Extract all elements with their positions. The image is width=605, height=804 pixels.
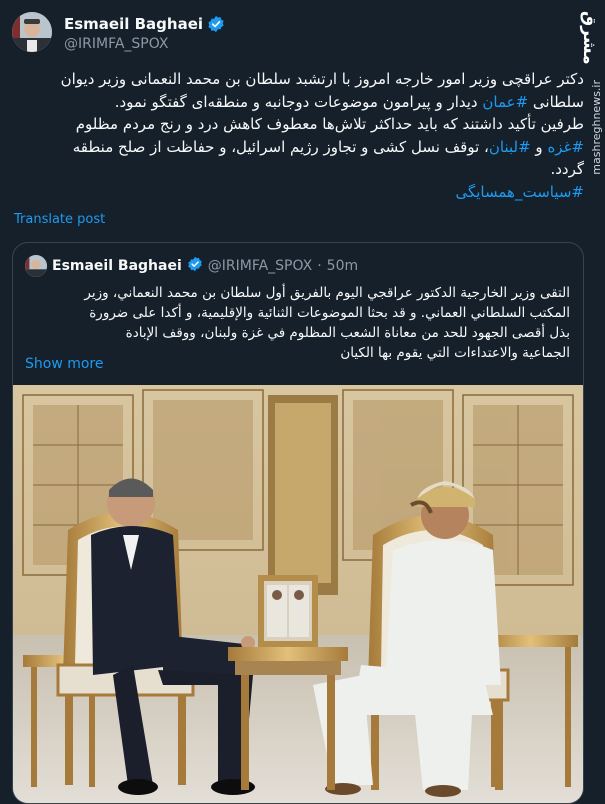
watermark-url: mashreghnews.ir xyxy=(590,80,603,175)
tweet-text: دکتر عراقچی وزیر امور خارجه امروز با ارت… xyxy=(12,68,584,203)
quoted-line: الجماعية والاعتداءات التي يقوم بها الكيا… xyxy=(340,345,570,361)
quoted-tweet-card[interactable]: Esmaeil Baghaei @IRIMFA_SPOX · 50m التقى… xyxy=(12,242,584,804)
verified-badge-icon xyxy=(187,256,203,276)
show-more-link[interactable]: Show more xyxy=(25,356,104,372)
hashtag-link[interactable]: #غزه xyxy=(547,138,584,156)
hashtag-link[interactable]: #عمان xyxy=(482,93,528,111)
tweet-text-fragment: و xyxy=(530,137,548,156)
author-avatar[interactable] xyxy=(12,12,52,52)
hashtag-link[interactable]: #لبنان xyxy=(489,138,531,156)
tweet-line: #غزه و #لبنان، توقف نسل کشی و تجاوز رژیم… xyxy=(12,136,584,159)
meeting-photo[interactable] xyxy=(13,385,583,803)
author-handle[interactable]: @IRIMFA_SPOX xyxy=(64,36,168,52)
mashregh-logo: مشرق xyxy=(579,11,599,65)
tweet-text-fragment: ، توقف نسل کشی و تجاوز رژیم اسرائیل، و ح… xyxy=(72,137,489,156)
quoted-author-handle[interactable]: @IRIMFA_SPOX xyxy=(208,258,312,274)
quoted-timestamp[interactable]: 50m xyxy=(327,258,358,274)
hashtag-link[interactable]: #سیاست_همسایگی xyxy=(455,183,584,201)
tweet-line: سلطانی #عمان دیدار و پیرامون موضوعات دوج… xyxy=(12,91,584,114)
quoted-line: المكتب السلطاني العماني. و قد بحثا الموض… xyxy=(89,305,570,321)
verified-badge-icon xyxy=(207,15,225,33)
separator-dot: · xyxy=(317,258,322,274)
tweet-line: دکتر عراقچی وزیر امور خارجه امروز با ارت… xyxy=(60,70,584,88)
tweet-line: #سیاست_همسایگی xyxy=(12,181,584,204)
author-display-name[interactable]: Esmaeil Baghaei xyxy=(64,15,203,33)
quoted-line: بذل أقصى الجهود للحد من معاناة الشعب الم… xyxy=(125,325,570,341)
tweet-line: طرفین تأکید داشتند که باید حداکثر تلاش‌ه… xyxy=(75,115,584,133)
quoted-tweet-text: التقى وزير الخارجية الدكتور عراقجي اليوم… xyxy=(25,283,570,363)
tweet-text-fragment: سلطانی xyxy=(528,92,584,111)
translate-post-link[interactable]: Translate post xyxy=(14,212,105,227)
quoted-author-display-name[interactable]: Esmaeil Baghaei xyxy=(52,258,182,274)
tweet-line: گردد. xyxy=(550,160,584,178)
tweet-text-fragment: دیدار و پیرامون موضوعات دوجانبه و منطقه‌… xyxy=(114,92,483,111)
quoted-line: التقى وزير الخارجية الدكتور عراقجي اليوم… xyxy=(84,285,570,301)
quoted-author-avatar[interactable] xyxy=(25,255,47,277)
quoted-tweet-header: Esmaeil Baghaei @IRIMFA_SPOX · 50m xyxy=(25,255,358,277)
tweet-header: Esmaeil Baghaei @IRIMFA_SPOX xyxy=(12,12,572,62)
